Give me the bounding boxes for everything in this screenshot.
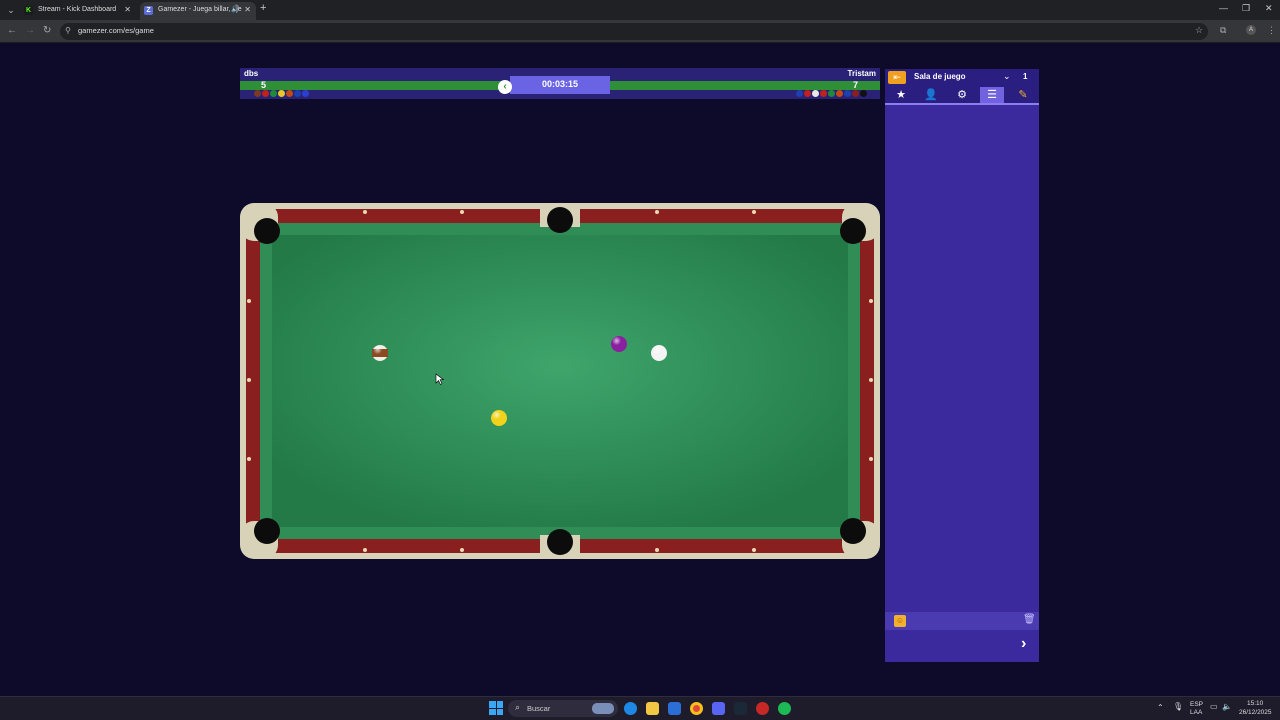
emoji-icon[interactable]: ☺ <box>894 615 906 627</box>
rack-ball <box>860 90 867 97</box>
player1-score: 5 <box>261 80 267 90</box>
network-icon[interactable]: ▭ <box>1210 702 1218 711</box>
player1-ball-rack <box>254 90 314 98</box>
player1-timebar <box>240 81 508 90</box>
edge-icon[interactable] <box>624 702 637 715</box>
rack-ball <box>844 90 851 97</box>
rack-ball <box>254 90 261 97</box>
taskbar-search[interactable]: ⌕ Buscar <box>508 700 618 717</box>
bookmark-star-icon[interactable]: ☆ <box>1195 25 1203 36</box>
restore-icon[interactable]: ❐ <box>1242 3 1250 14</box>
rack-ball <box>852 90 859 97</box>
player2-score: 7 <box>853 80 859 90</box>
rack-ball <box>796 90 803 97</box>
clock-time[interactable]: 15:10 <box>1247 700 1263 707</box>
purple-ball <box>611 336 627 352</box>
url-field[interactable]: ⚲ gamezer.com/es/game <box>60 23 1208 40</box>
panel-tabs: ★ 👤 ⚙ ☰ ✎ <box>885 86 1039 105</box>
new-tab-button[interactable]: + <box>260 2 266 14</box>
chevron-down-icon[interactable]: ⌄ <box>1003 71 1011 82</box>
panel-header: ⇤ Sala de juego ⌄ 1 <box>885 69 1039 86</box>
gamezer-favicon-icon: Z <box>144 6 153 15</box>
close-tab-icon[interactable]: ✕ <box>244 2 251 18</box>
tab-title: Stream - Kick Dashboard <box>38 6 117 13</box>
close-window-icon[interactable]: ✕ <box>1265 3 1273 14</box>
list-icon[interactable]: ☰ <box>980 87 1004 103</box>
volume-icon[interactable]: 🔈 <box>1222 702 1232 711</box>
kick-favicon-icon: K <box>24 6 33 15</box>
trash-icon[interactable]: 🗑 <box>1023 614 1036 625</box>
forward-icon[interactable]: → <box>25 25 35 36</box>
search-highlight-icon <box>592 703 614 714</box>
extensions-icon[interactable]: ⧉ <box>1220 25 1226 36</box>
rack-ball <box>804 90 811 97</box>
app-icon[interactable] <box>756 702 769 715</box>
rack-ball <box>302 90 309 97</box>
mail-icon[interactable] <box>668 702 681 715</box>
discord-icon[interactable] <box>712 702 725 715</box>
profile-avatar-icon[interactable]: A <box>1246 25 1256 35</box>
chevron-right-icon[interactable]: › <box>1021 635 1026 653</box>
player2-timebar <box>610 81 880 90</box>
room-count: 1 <box>1023 72 1028 81</box>
clock-date[interactable]: 26/12/2025 <box>1239 709 1272 716</box>
star-icon[interactable]: ★ <box>889 87 913 103</box>
tab-title: Gamezer - Juega billar, aje <box>158 6 242 13</box>
spotify-icon[interactable] <box>778 702 791 715</box>
browser-tabbar: ⌄ K Stream - Kick Dashboard ✕ Z Gamezer … <box>0 0 1280 20</box>
exit-room-icon[interactable]: ⇤ <box>888 71 906 84</box>
rack-ball <box>286 90 293 97</box>
player2-ball-rack <box>796 90 876 98</box>
game-scoreboard: dbs Tristam 5 7 00:03:15 ‹ <box>240 68 880 99</box>
rack-ball <box>262 90 269 97</box>
windows-start-icon[interactable] <box>489 701 503 715</box>
steam-icon[interactable] <box>734 702 747 715</box>
site-info-icon[interactable]: ⚲ <box>65 26 71 35</box>
player1-name: dbs <box>244 69 259 78</box>
search-icon: ⌕ <box>515 702 521 712</box>
rack-ball <box>836 90 843 97</box>
player2-name: Tristam <box>847 69 876 78</box>
file-explorer-icon[interactable] <box>646 702 659 715</box>
language-indicator[interactable]: ESP <box>1190 701 1203 708</box>
back-icon[interactable]: ← <box>7 25 17 36</box>
tab-gamezer[interactable]: Z Gamezer - Juega billar, aje 🔊 ✕ <box>140 2 256 20</box>
minimize-icon[interactable]: — <box>1219 3 1228 13</box>
tab-kick-dashboard[interactable]: K Stream - Kick Dashboard ✕ <box>20 2 136 20</box>
yellow-ball <box>491 410 507 426</box>
search-placeholder: Buscar <box>527 704 551 713</box>
url-text: gamezer.com/es/game <box>78 26 154 35</box>
table-felt[interactable] <box>272 235 848 527</box>
address-bar: ← → ↻ ⚲ gamezer.com/es/game ☆ ⧉ A ⋮ <box>0 20 1280 43</box>
rack-ball <box>812 90 819 97</box>
game-timer: 00:03:15 <box>510 76 610 94</box>
rack-ball <box>820 90 827 97</box>
chrome-icon[interactable] <box>690 702 703 715</box>
reload-icon[interactable]: ↻ <box>43 25 51 36</box>
rack-ball <box>294 90 301 97</box>
chat-input-bar[interactable]: ☺ 🗑 <box>885 612 1039 630</box>
gear-icon[interactable]: ⚙ <box>950 87 974 103</box>
windows-taskbar: ⌕ Buscar ⌃ 🎙 ESP LAA ▭ 🔈 15:10 26/12/202… <box>0 696 1280 720</box>
user-icon[interactable]: 👤 <box>919 87 943 103</box>
audio-playing-icon[interactable]: 🔊 <box>231 2 240 18</box>
turn-indicator-icon: ‹ <box>498 80 512 94</box>
game-room-panel: ⇤ Sala de juego ⌄ 1 ★ 👤 ⚙ ☰ ✎ ☺ 🗑 › <box>885 69 1039 662</box>
pool-table[interactable] <box>240 203 880 559</box>
rack-ball <box>278 90 285 97</box>
tray-chevron-up-icon[interactable]: ⌃ <box>1157 703 1164 712</box>
edit-icon[interactable]: ✎ <box>1011 87 1035 103</box>
rack-ball <box>270 90 277 97</box>
cue-ball[interactable] <box>651 345 667 361</box>
microphone-icon[interactable]: 🎙 <box>1173 702 1183 711</box>
browser-menu-icon[interactable]: ⋮ <box>1267 25 1276 36</box>
language-sub: LAA <box>1190 709 1203 716</box>
striped-brown-ball <box>372 345 388 361</box>
rack-ball <box>828 90 835 97</box>
panel-title: Sala de juego <box>914 72 966 81</box>
close-tab-icon[interactable]: ✕ <box>124 2 131 18</box>
tab-search-icon[interactable]: ⌄ <box>4 3 18 17</box>
